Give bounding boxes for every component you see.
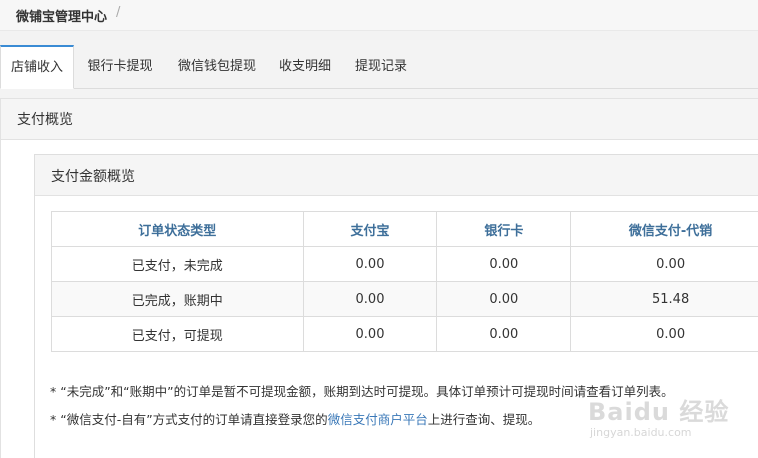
cell-bank-card: 0.00 [436, 246, 572, 282]
cell-wechat: 0.00 [570, 246, 758, 282]
panel-header: 支付概览 [1, 99, 758, 140]
note-wechat-self: * “微信支付-自有”方式支付的订单请直接登录您的微信支付商户平台上进行查询、提… [50, 409, 540, 428]
table-row: 已完成，账期中 0.00 0.00 51.48 [51, 281, 758, 317]
cell-alipay: 0.00 [302, 316, 438, 352]
note-wechat-self-prefix: * “微信支付-自有”方式支付的订单请直接登录您的 [50, 412, 328, 427]
tab-withdraw-records[interactable]: 提现记录 [346, 46, 416, 88]
cell-alipay: 0.00 [302, 246, 438, 282]
breadcrumb-separator: / [116, 5, 121, 20]
tab-bar: 店铺收入 银行卡提现 微信钱包提现 收支明细 提现记录 [0, 45, 758, 89]
cell-status: 已支付，可提现 [51, 316, 304, 352]
watermark-url: jingyan.baidu.com [590, 426, 692, 439]
cell-bank-card: 0.00 [436, 281, 572, 317]
note-pending-funds: * “未完成”和“账期中”的订单是暂不可提现金额，账期到达时可提现。具体订单预计… [50, 384, 674, 399]
tab-income-expense-details[interactable]: 收支明细 [270, 46, 340, 88]
tab-wechat-wallet-withdraw[interactable]: 微信钱包提现 [168, 46, 266, 88]
table-header-row: 订单状态类型 支付宝 银行卡 微信支付-代销 [51, 211, 758, 247]
tab-store-income[interactable]: 店铺收入 [0, 45, 74, 89]
cell-status: 已支付，未完成 [51, 246, 304, 282]
column-header-order-status: 订单状态类型 [51, 211, 304, 247]
note-wechat-self-suffix: 上进行查询、提现。 [427, 412, 541, 427]
payment-summary-table: 订单状态类型 支付宝 银行卡 微信支付-代销 已支付，未完成 0.00 0.00… [51, 211, 758, 352]
breadcrumb-title[interactable]: 微铺宝管理中心 [16, 6, 107, 25]
cell-bank-card: 0.00 [436, 316, 572, 352]
table-row: 已支付，可提现 0.00 0.00 0.00 [51, 316, 758, 352]
watermark-logo: Baidu 经验 [588, 398, 730, 426]
baidu-jingyan-watermark: Baidu 经验 jingyan.baidu.com [588, 390, 748, 450]
inner-header: 支付金额概览 [35, 155, 758, 196]
column-header-alipay: 支付宝 [302, 211, 438, 247]
cell-status: 已完成，账期中 [51, 281, 304, 317]
panel-title: 支付概览 [17, 112, 73, 128]
cell-alipay: 0.00 [302, 281, 438, 317]
inner-title: 支付金额概览 [51, 169, 135, 185]
column-header-wechat-pay-consign: 微信支付-代销 [570, 211, 758, 247]
breadcrumb: 微铺宝管理中心 / [0, 0, 758, 31]
wechat-merchant-platform-link[interactable]: 微信支付商户平台 [328, 412, 428, 427]
tab-bank-card-withdraw[interactable]: 银行卡提现 [78, 46, 162, 88]
cell-wechat: 0.00 [570, 316, 758, 352]
page: 微铺宝管理中心 / 店铺收入 银行卡提现 微信钱包提现 收支明细 提现记录 支付… [0, 0, 758, 458]
cell-wechat: 51.48 [570, 281, 758, 317]
column-header-bank-card: 银行卡 [436, 211, 572, 247]
table-row: 已支付，未完成 0.00 0.00 0.00 [51, 246, 758, 282]
